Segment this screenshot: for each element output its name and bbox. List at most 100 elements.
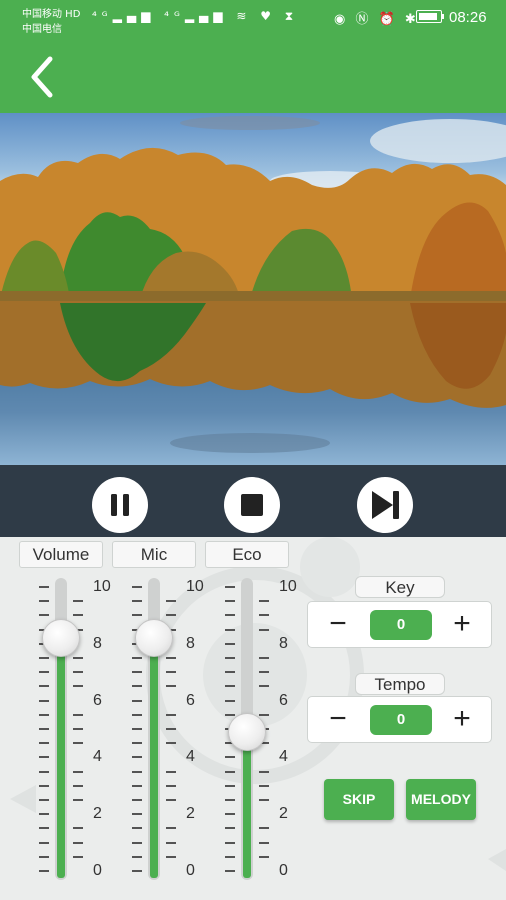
volume-slider-tick [39,728,49,730]
eco-slider-tick [225,685,235,687]
carrier-2-label: 中国电信 [22,24,62,35]
volume-slider-tick [73,785,83,787]
mic-slider-tick [166,671,176,673]
volume-scale-label: 6 [93,692,102,709]
app-header: 中国移动 HD 中国电信 ⁴ᴳ▂▄▆ ⁴ᴳ▂▄▆ ≋ ♥ ⧗ ◉ Ⓝ ⏰ ✱ 0… [0,0,506,113]
mic-slider-tick [166,742,176,744]
eco-slider-tick [259,657,269,659]
volume-slider-tick [73,671,83,673]
eco-slider-tick [225,856,235,858]
eco-slider-tick [259,799,269,801]
volume-slider-tick [73,714,83,716]
mic-slider-tick [166,785,176,787]
eco-slider-tick [225,771,235,773]
volume-scale-label: 8 [93,635,102,652]
status-clock: 08:26 [449,9,487,26]
volume-slider-tick [73,856,83,858]
back-button[interactable] [24,53,68,101]
eco-slider-fill [243,731,251,878]
volume-slider-tick [39,827,49,829]
eco-scale-label: 4 [279,748,288,765]
volume-slider-tick [39,685,49,687]
eco-slider-tick [259,785,269,787]
mic-slider-tick [132,714,142,716]
eco-slider-tick [259,685,269,687]
eco-slider-tick [225,842,235,844]
mic-slider-tick [132,742,142,744]
volume-slider-tick [39,799,49,801]
eco-slider-tick [259,600,269,602]
volume-slider-tick [39,742,49,744]
volume-slider-tick [39,671,49,673]
eco-slider-tick [259,856,269,858]
eco-scale-label: 10 [279,578,297,595]
eco-slider-tick [225,629,235,631]
mic-slider-tick [166,657,176,659]
key-increase-button[interactable]: + [444,608,480,642]
mic-slider-tick [166,842,176,844]
eco-scale-label: 0 [279,862,288,879]
mic-slider-tick [132,827,142,829]
skip-button[interactable]: SKIP [324,779,394,820]
carrier-1-label: 中国移动 HD [22,9,81,20]
mic-scale-label: 6 [186,692,195,709]
skip-next-icon [372,491,399,519]
eco-slider-tick [259,714,269,716]
mic-slider-tick [132,856,142,858]
eco-slider-tick [225,799,235,801]
eco-slider-tick [225,614,235,616]
mic-slider-tick [132,671,142,673]
volume-slider-tick [39,586,49,588]
mic-slider-tick [132,728,142,730]
volume-slider-tick [73,742,83,744]
mic-label: Mic [112,541,196,568]
mic-slider-tick [166,827,176,829]
tempo-value[interactable]: 0 [370,705,432,735]
video-preview[interactable] [0,113,506,465]
pause-icon [111,494,129,516]
mic-slider-tick [166,771,176,773]
eco-slider-tick [225,870,235,872]
pause-button[interactable] [92,477,148,533]
mic-slider-tick [132,586,142,588]
volume-slider-tick [73,685,83,687]
mic-slider-tick [132,657,142,659]
system-status-icons: ◉ Ⓝ ⏰ ✱ [334,12,419,27]
eco-slider-knob[interactable] [228,713,266,751]
volume-slider-tick [39,600,49,602]
key-value[interactable]: 0 [370,610,432,640]
eco-slider-tick [225,600,235,602]
mic-slider-tick [132,685,142,687]
tempo-decrease-button[interactable]: − [320,703,356,737]
eco-scale-label: 2 [279,805,288,822]
eco-slider-tick [259,842,269,844]
mic-slider-tick [166,614,176,616]
battery-level-fill [419,13,437,20]
volume-slider-tick [39,870,49,872]
eco-slider-tick [259,629,269,631]
volume-slider-tick [73,657,83,659]
next-track-button[interactable] [357,477,413,533]
key-decrease-button[interactable]: − [320,608,356,642]
eco-slider-tick [225,827,235,829]
eco-slider-tick [259,827,269,829]
volume-slider-knob[interactable] [42,619,80,657]
volume-slider-tick [39,714,49,716]
mic-slider-tick [166,856,176,858]
volume-slider-tick [73,799,83,801]
eco-slider-tick [259,614,269,616]
eco-scale-label: 8 [279,635,288,652]
mic-slider-knob[interactable] [135,619,173,657]
mic-scale-label: 10 [186,578,204,595]
landscape-image [0,116,506,453]
stop-button[interactable] [224,477,280,533]
tempo-increase-button[interactable]: + [444,703,480,737]
volume-slider-tick [39,756,49,758]
eco-slider-tick [225,813,235,815]
mic-slider-tick [132,600,142,602]
volume-slider-fill [57,638,65,878]
volume-slider-tick [73,600,83,602]
melody-button[interactable]: MELODY [406,779,476,820]
volume-slider-tick [39,771,49,773]
mic-scale-label: 4 [186,748,195,765]
